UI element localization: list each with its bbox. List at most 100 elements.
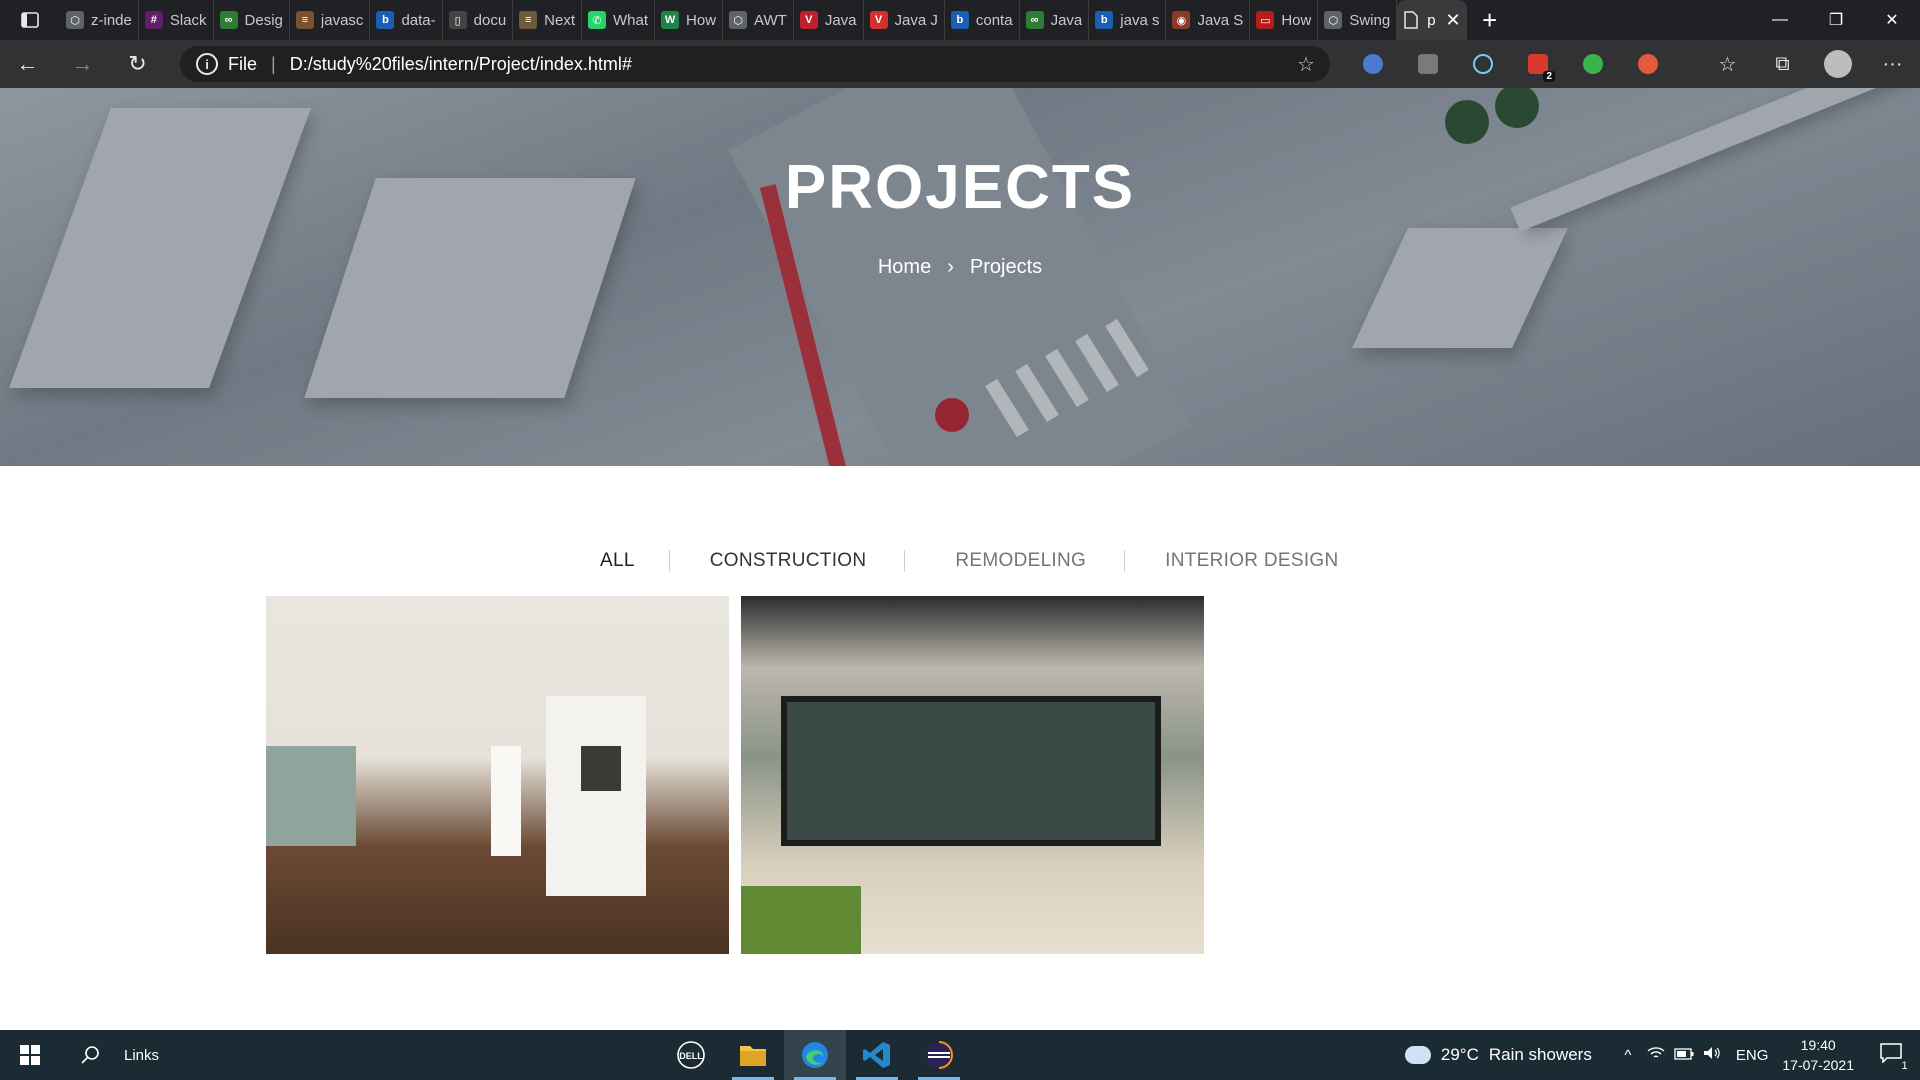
tab-strip: ⬡ z-inde # Slack ∞ Desig ≡ javasc b data- ▯ do…	[0, 0, 1920, 40]
browser-tab[interactable]: ∞ Java	[1020, 0, 1090, 40]
breadcrumb-home-link[interactable]: Home	[878, 256, 931, 279]
start-button[interactable]	[0, 1030, 60, 1080]
notifications-button[interactable]: 1	[1874, 1042, 1920, 1072]
browser-tab[interactable]: b conta	[945, 0, 1020, 40]
avatar	[1823, 50, 1852, 78]
hero-banner: PROJECTS Home › Projects	[0, 88, 1920, 466]
edge-app-button[interactable]	[784, 1030, 846, 1080]
tab-title: How	[686, 11, 717, 29]
browser-tab[interactable]: ≡ Next	[513, 0, 583, 40]
page-icon	[1404, 11, 1418, 29]
language-indicator[interactable]: ENG	[1736, 1047, 1769, 1064]
tab-favicon-icon: ⬡	[66, 11, 84, 29]
tab-favicon-icon: b	[950, 11, 969, 29]
file-explorer-icon	[740, 1046, 766, 1066]
tab-title: Java	[1050, 11, 1083, 29]
tab-title: javasc	[320, 11, 364, 29]
filter-remodeling[interactable]: REMODELING	[904, 550, 1124, 572]
tab-title: AWT	[754, 11, 787, 29]
weather-widget[interactable]: 29°C Rain showers	[1400, 1040, 1592, 1065]
extension-badge: 2	[1543, 71, 1555, 82]
profile-button[interactable]	[1810, 40, 1865, 88]
extension-timer-button[interactable]	[1620, 40, 1675, 88]
tab-favicon-icon: ∞	[219, 11, 238, 29]
tab-title: z-inde	[91, 11, 132, 29]
browser-tab[interactable]: b java s	[1089, 0, 1167, 40]
browser-tab[interactable]: ⬡ Swing	[1318, 0, 1398, 40]
extension-1-button[interactable]	[1345, 40, 1400, 88]
notification-icon	[1880, 1042, 1903, 1064]
show-hidden-icons-button[interactable]: ^	[1614, 1047, 1642, 1064]
breadcrumb: Home › Projects	[0, 256, 1920, 279]
project-image-interior[interactable]	[266, 596, 729, 954]
project-image-exterior[interactable]	[741, 596, 1204, 954]
restore-button[interactable]: ❐	[1808, 0, 1864, 40]
filter-interior-design[interactable]: INTERIOR DESIGN	[1124, 550, 1377, 572]
back-button[interactable]: ←	[0, 40, 55, 88]
browser-tab[interactable]: ▭ How	[1250, 0, 1319, 40]
browser-tab[interactable]: ≡ javasc	[290, 0, 371, 40]
close-tab-icon[interactable]: ✕	[1446, 10, 1461, 31]
interior-window	[266, 746, 356, 846]
browser-tab[interactable]: ⬡ z-inde	[60, 0, 139, 40]
tab-favicon-icon: ▭	[1256, 11, 1275, 29]
add-favorite-icon[interactable]: ☆	[1294, 52, 1318, 76]
tab-favicon-icon: ⬡	[729, 11, 748, 29]
browser-tab[interactable]: ◉ Java S	[1166, 0, 1251, 40]
eclipse-icon	[926, 1041, 953, 1069]
browser-tab[interactable]: W How	[655, 0, 724, 40]
browser-tab-active[interactable]: p ✕	[1397, 0, 1467, 40]
favorites-button[interactable]: ☆	[1700, 40, 1755, 88]
windows-taskbar: Links DELL 29°C Rain showers ^ ENG 19:40…	[0, 1030, 1920, 1080]
dell-icon: DELL	[677, 1041, 705, 1069]
react-devtools-button[interactable]	[1455, 40, 1510, 88]
eclipse-app-button[interactable]	[908, 1030, 970, 1080]
volume-icon[interactable]	[1698, 1046, 1726, 1064]
forward-button[interactable]: →	[55, 40, 110, 88]
tab-favicon-icon: ▯	[448, 11, 467, 29]
battery-icon[interactable]	[1670, 1047, 1698, 1064]
address-url[interactable]: D:/study%20files/intern/Project/index.ht…	[290, 54, 632, 75]
tab-list: ⬡ z-inde # Slack ∞ Desig ≡ javasc b data- ▯ do…	[60, 0, 1513, 40]
filter-all[interactable]: ALL	[580, 550, 669, 572]
search-button[interactable]	[60, 1030, 120, 1080]
links-toolbar[interactable]: Links	[124, 1047, 159, 1064]
browser-tab[interactable]: ▯ docu	[443, 0, 514, 40]
new-tab-button[interactable]: +	[1467, 0, 1513, 40]
address-scheme: File	[228, 53, 258, 74]
page-title: PROJECTS	[784, 153, 1136, 222]
speaker-glyph-icon	[1703, 1047, 1720, 1059]
address-bar[interactable]: i File | D:/study%20files/intern/Project…	[180, 46, 1330, 82]
extension-todo-button[interactable]: 2	[1510, 40, 1565, 88]
browser-tab[interactable]: b data-	[370, 0, 443, 40]
extensions-row: 2	[1345, 40, 1675, 88]
wifi-icon[interactable]	[1642, 1046, 1670, 1064]
filter-construction[interactable]: CONSTRUCTION	[668, 550, 905, 572]
browser-tab[interactable]: # Slack	[139, 0, 214, 40]
tab-actions-button[interactable]	[0, 0, 60, 40]
tab-title: docu	[473, 11, 507, 29]
project-filters: ALL CONSTRUCTION REMODELING INTERIOR DES…	[580, 543, 1378, 579]
extension-2-button[interactable]	[1400, 40, 1455, 88]
clock[interactable]: 19:40 17-07-2021	[1782, 1035, 1854, 1075]
minimize-button[interactable]: —	[1752, 0, 1808, 40]
extension-green-button[interactable]	[1565, 40, 1620, 88]
browser-tab[interactable]: ∞ Desig	[214, 0, 290, 40]
file-explorer-app-button[interactable]	[722, 1030, 784, 1080]
close-window-button[interactable]: ✕	[1864, 0, 1920, 40]
reload-button[interactable]: ↻	[110, 40, 165, 88]
collections-button[interactable]: ⧉	[1755, 40, 1810, 88]
site-info-icon[interactable]: i	[196, 53, 218, 75]
more-menu-button[interactable]: ···	[1865, 40, 1920, 88]
browser-tab[interactable]: ⬡ AWT	[723, 0, 794, 40]
browser-tab[interactable]: V Java	[794, 0, 864, 40]
browser-tab[interactable]: ✆ What	[582, 0, 656, 40]
tab-favicon-icon: ≡	[519, 11, 538, 29]
browser-tools: ☆ ⧉ ···	[1700, 40, 1920, 88]
vscode-app-button[interactable]	[846, 1030, 908, 1080]
clock-date: 17-07-2021	[1782, 1057, 1854, 1073]
browser-tab[interactable]: V Java J	[864, 0, 945, 40]
tab-title: What	[613, 11, 649, 29]
extension-2-icon	[1417, 54, 1438, 74]
dell-app-button[interactable]: DELL	[660, 1030, 722, 1080]
